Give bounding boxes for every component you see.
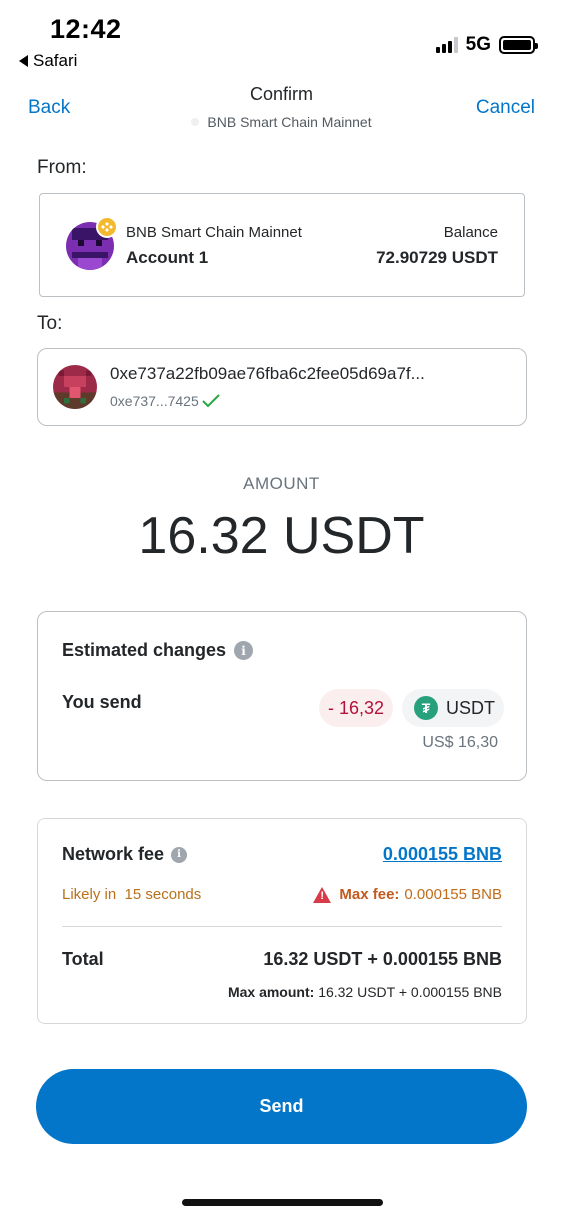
- divider: [62, 926, 502, 927]
- likely-time: 15 seconds: [124, 886, 202, 903]
- max-amount-value: 16.32 USDT + 0.000155 BNB: [318, 984, 502, 1000]
- from-account-name: Account 1: [126, 248, 209, 267]
- max-amount-label: Max amount:: [227, 984, 315, 1000]
- network-subtitle-text: BNB Smart Chain Mainnet: [207, 114, 372, 130]
- you-send-label: You send: [62, 692, 142, 712]
- max-fee-label: Max fee:: [339, 886, 400, 903]
- network-fee-value-link[interactable]: 0.000155 BNB: [383, 844, 502, 865]
- network-dot-icon: [191, 118, 200, 126]
- fee-info-icon[interactable]: i: [171, 846, 188, 863]
- token-symbol: USDT: [446, 697, 495, 718]
- amount-value: 16.32 USDT: [138, 507, 425, 565]
- balance-label: Balance: [443, 224, 498, 241]
- status-back-label: Safari: [33, 51, 78, 70]
- cancel-button[interactable]: Cancel: [476, 97, 535, 119]
- recipient-address: 0xe737a22fb09ae76fba6c2fee05d69a7f...: [110, 364, 425, 383]
- recipient-short-text: 0xe737...7425: [110, 393, 199, 409]
- fiat-value: US$ 16,30: [422, 734, 498, 751]
- max-amount: Max amount: 16.32 USDT + 0.000155 BNB: [228, 984, 502, 1000]
- network-fee-card: Network fee i 0.000155 BNB Likely in 15 …: [37, 818, 527, 1024]
- tether-icon: ₮: [414, 696, 438, 720]
- balance-value: 72.90729 USDT: [376, 248, 498, 267]
- network-type: 5G: [465, 34, 491, 55]
- from-label: From:: [37, 157, 87, 178]
- total-value: 16.32 USDT + 0.000155 BNB: [263, 949, 502, 969]
- max-fee: Max fee: 0.000155 BNB: [313, 886, 502, 903]
- from-network-name: BNB Smart Chain Mainnet: [126, 224, 302, 241]
- recipient-short-address: 0xe737...7425: [110, 393, 220, 409]
- likely-prefix: Likely in: [62, 886, 117, 903]
- back-triangle-icon: [19, 55, 28, 67]
- home-indicator[interactable]: [182, 1199, 383, 1206]
- check-icon: [202, 394, 220, 408]
- battery-icon: [499, 36, 538, 54]
- estimated-changes-title-text: Estimated changes: [62, 640, 227, 660]
- info-icon[interactable]: i: [234, 641, 254, 660]
- amount-label: AMOUNT: [243, 474, 320, 493]
- status-back-link[interactable]: Safari: [19, 51, 77, 71]
- token-pill[interactable]: ₮ USDT: [402, 689, 504, 727]
- send-button[interactable]: Send: [36, 1069, 527, 1144]
- to-label: To:: [37, 313, 63, 334]
- signal-icon: [435, 37, 458, 53]
- bnb-logo-icon: [96, 216, 118, 238]
- estimated-changes-title: Estimated changes i: [62, 640, 254, 661]
- status-time: 12:42: [50, 14, 122, 44]
- from-account-card[interactable]: BNB Smart Chain Mainnet Account 1 Balanc…: [39, 193, 525, 297]
- change-amount-pill: - 16,32: [319, 689, 393, 727]
- status-indicators: 5G: [435, 34, 538, 56]
- network-fee-title-text: Network fee: [62, 844, 165, 864]
- estimated-changes-card: Estimated changes i You send - 16,32 ₮ U…: [37, 611, 527, 781]
- network-fee-title: Network fee i: [62, 844, 188, 865]
- to-recipient-card[interactable]: 0xe737a22fb09ae76fba6c2fee05d69a7f... 0x…: [37, 348, 527, 426]
- recipient-avatar: [53, 365, 97, 409]
- total-label: Total: [62, 949, 104, 969]
- max-fee-value: 0.000155 BNB: [404, 886, 502, 903]
- warning-icon: [313, 886, 332, 903]
- fee-likely-time: Likely in 15 seconds: [62, 886, 201, 903]
